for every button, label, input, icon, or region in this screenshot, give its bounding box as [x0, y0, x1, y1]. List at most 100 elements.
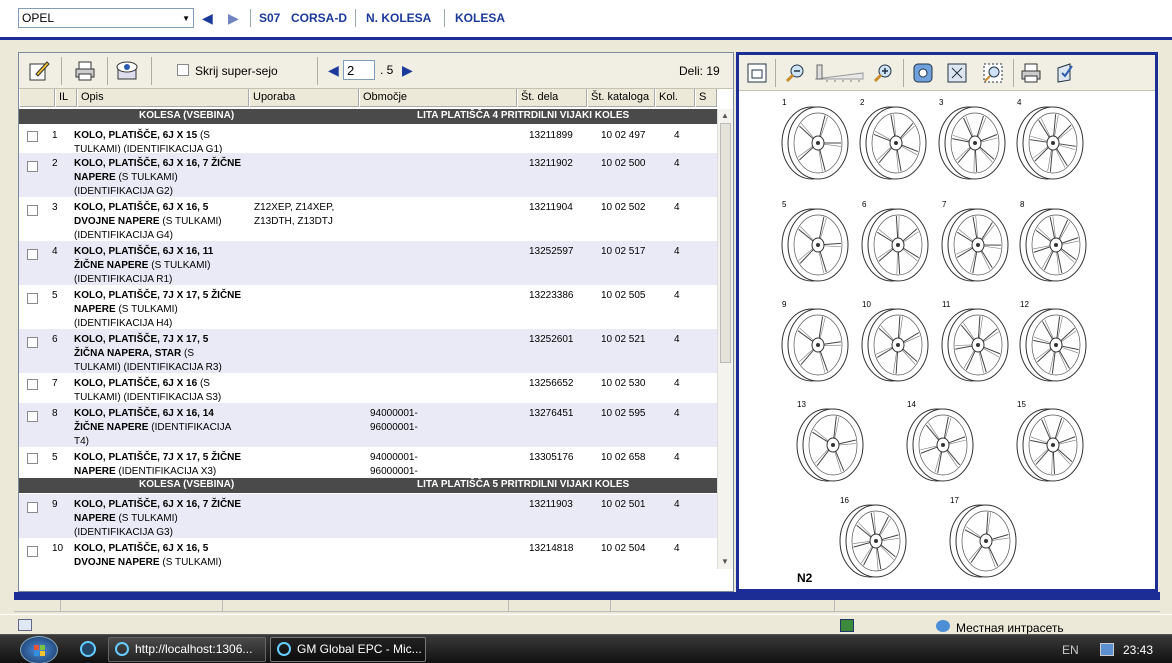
divider: [107, 57, 108, 85]
breadcrumb-group[interactable]: N. KOLESA: [366, 11, 431, 25]
column-header-usage[interactable]: Uporaba: [249, 89, 359, 107]
hide-super-session-checkbox[interactable]: [177, 64, 189, 76]
taskbar-item-gm-epc[interactable]: GM Global EPC - Mic...: [270, 637, 426, 662]
wheel-number-label: 6: [862, 200, 867, 209]
description-line: NAPERE (IDENTIFIKACIJA X3): [74, 465, 259, 479]
brand-select[interactable]: OPEL ▼: [18, 8, 194, 28]
zoom-area-icon[interactable]: [979, 59, 1007, 87]
wheel-7[interactable]: 7: [941, 200, 1009, 282]
wheel-4[interactable]: 4: [1016, 98, 1084, 180]
table-row[interactable]: 10 KOLO, PLATIŠČE, 6J X 16, 5 DVOJNE NAPE…: [19, 538, 717, 569]
wheel-number-label: 5: [782, 200, 787, 209]
ie-quicklaunch-icon[interactable]: [80, 641, 96, 657]
row-select-checkbox[interactable]: [27, 161, 38, 172]
print-illustration-icon[interactable]: [1017, 59, 1045, 87]
print-icon[interactable]: [71, 57, 99, 85]
export-icon[interactable]: [1051, 59, 1079, 87]
notes-edit-icon[interactable]: [25, 57, 53, 85]
wheel-17[interactable]: 17: [949, 496, 1017, 578]
column-header-catalog-number[interactable]: Št. kataloga: [587, 89, 655, 107]
column-header-range[interactable]: Območje: [359, 89, 517, 107]
column-header-quantity[interactable]: Kol.: [655, 89, 695, 107]
wheel-8[interactable]: 8: [1019, 200, 1087, 282]
start-button[interactable]: [20, 636, 58, 663]
range-line: 94000001-: [370, 408, 418, 419]
wheel-10[interactable]: 10: [861, 300, 929, 382]
center-view-icon[interactable]: [909, 59, 937, 87]
row-part-number: 13211904: [529, 202, 573, 213]
zoom-slider[interactable]: [811, 63, 867, 83]
wheel-15[interactable]: 15: [1016, 400, 1084, 482]
row-select-checkbox[interactable]: [27, 546, 38, 557]
description-bold: DVOJNE NAPERE: [74, 557, 160, 568]
row-select-checkbox[interactable]: [27, 205, 38, 216]
wheel-11[interactable]: 11: [941, 300, 1009, 382]
scrollbar-thumb[interactable]: [720, 123, 731, 363]
table-row[interactable]: 6 KOLO, PLATIŠČE, 7J X 17, 5 ŽIČNA NAPERA…: [19, 329, 717, 373]
description-note: (S TULKAMI): [118, 513, 178, 524]
network-tray-icon[interactable]: [1100, 643, 1114, 656]
row-select-checkbox[interactable]: [27, 502, 38, 513]
preview-eye-icon[interactable]: [113, 57, 141, 85]
forward-arrow-icon[interactable]: ▶: [228, 10, 239, 27]
column-header-description[interactable]: Opis: [77, 89, 249, 107]
back-arrow-icon[interactable]: ◀: [202, 10, 213, 27]
row-select-checkbox[interactable]: [27, 337, 38, 348]
column-header-part-number[interactable]: Št. dela: [517, 89, 587, 107]
description-bold: NAPERE: [74, 466, 116, 477]
table-row[interactable]: 7 KOLO, PLATIŠČE, 6J X 16 (S TULKAMI) (ID…: [19, 373, 717, 403]
scroll-up-icon[interactable]: ▲: [721, 111, 729, 120]
wheel-number-label: 15: [1017, 400, 1026, 409]
row-select-checkbox[interactable]: [27, 411, 38, 422]
wheel-12[interactable]: 12: [1019, 300, 1087, 382]
wheel-16[interactable]: 16: [839, 496, 907, 578]
fit-window-icon[interactable]: [743, 59, 771, 87]
prev-page-icon[interactable]: ◀: [328, 62, 339, 79]
table-row[interactable]: 5 KOLO, PLATIŠČE, 7J X 17, 5 ŽIČNE NAPERE…: [19, 447, 717, 477]
breadcrumb-section[interactable]: KOLESA: [455, 11, 505, 25]
wheels-diagram[interactable]: 1 2 3 4 5 6 7 8 9 10 11 12 13 14 15 16 17 N2: [741, 95, 1153, 589]
taskbar-item-localhost[interactable]: http://localhost:1306...: [108, 637, 266, 662]
wheel-14[interactable]: 14: [906, 400, 974, 482]
next-page-icon[interactable]: ▶: [402, 62, 413, 79]
description-line: KOLO, PLATIŠČE, 6J X 16, 14: [74, 407, 259, 421]
row-select-checkbox[interactable]: [27, 379, 38, 390]
wheel-5[interactable]: 5: [781, 200, 849, 282]
table-row[interactable]: 3 KOLO, PLATIŠČE, 6J X 16, 5 DVOJNE NAPER…: [19, 197, 717, 241]
select-area-icon[interactable]: [943, 59, 971, 87]
breadcrumb-catalog[interactable]: S07: [259, 11, 280, 25]
chevron-down-icon[interactable]: ▼: [182, 14, 190, 23]
wheel-2[interactable]: 2: [859, 98, 927, 180]
description-line: ŽIČNE NAPERE (IDENTIFIKACIJA: [74, 421, 259, 435]
row-select-checkbox[interactable]: [27, 453, 38, 464]
vertical-scrollbar[interactable]: ▲ ▼: [717, 109, 733, 569]
table-row[interactable]: 5 KOLO, PLATIŠČE, 7J X 17, 5 ŽIČNE NAPERE…: [19, 285, 717, 329]
column-header-select[interactable]: [19, 89, 55, 107]
wheel-6[interactable]: 6: [861, 200, 929, 282]
column-header-s[interactable]: S: [695, 89, 717, 107]
zoom-out-icon[interactable]: [781, 59, 809, 87]
table-row[interactable]: 2 KOLO, PLATIŠČE, 6J X 16, 7 ŽIČNE NAPERE…: [19, 153, 717, 197]
row-select-checkbox[interactable]: [27, 249, 38, 260]
page-number-input[interactable]: 2: [343, 60, 375, 80]
row-select-checkbox[interactable]: [27, 131, 38, 142]
scroll-down-icon[interactable]: ▼: [721, 557, 729, 566]
wheel-1[interactable]: 1: [781, 98, 849, 180]
wheel-number-label: 17: [950, 496, 959, 505]
language-indicator[interactable]: EN: [1062, 643, 1079, 657]
divider: [508, 600, 509, 612]
wheel-13[interactable]: 13: [796, 400, 864, 482]
table-row[interactable]: 8 KOLO, PLATIŠČE, 6J X 16, 14 ŽIČNE NAPER…: [19, 403, 717, 447]
column-header-il[interactable]: IL: [55, 89, 77, 107]
table-row[interactable]: 4 KOLO, PLATIŠČE, 6J X 16, 11 ŽIČNE NAPER…: [19, 241, 717, 285]
table-row[interactable]: 9 KOLO, PLATIŠČE, 6J X 16, 7 ŽIČNE NAPERE…: [19, 494, 717, 538]
table-row[interactable]: 1 KOLO, PLATIŠČE, 6J X 15 (S TULKAMI) (ID…: [19, 125, 717, 155]
row-select-checkbox[interactable]: [27, 293, 38, 304]
wheel-3[interactable]: 3: [938, 98, 1006, 180]
wheel-9[interactable]: 9: [781, 300, 849, 382]
description-line: KOLO, PLATIŠČE, 6J X 16, 7 ŽIČNE: [74, 498, 259, 512]
zoom-in-icon[interactable]: [869, 59, 897, 87]
breadcrumb-model[interactable]: CORSA-D: [291, 11, 347, 25]
row-description: KOLO, PLATIŠČE, 7J X 17, 5 ŽIČNE NAPERE …: [74, 289, 259, 331]
row-catalog-number: 10 02 521: [601, 334, 646, 345]
